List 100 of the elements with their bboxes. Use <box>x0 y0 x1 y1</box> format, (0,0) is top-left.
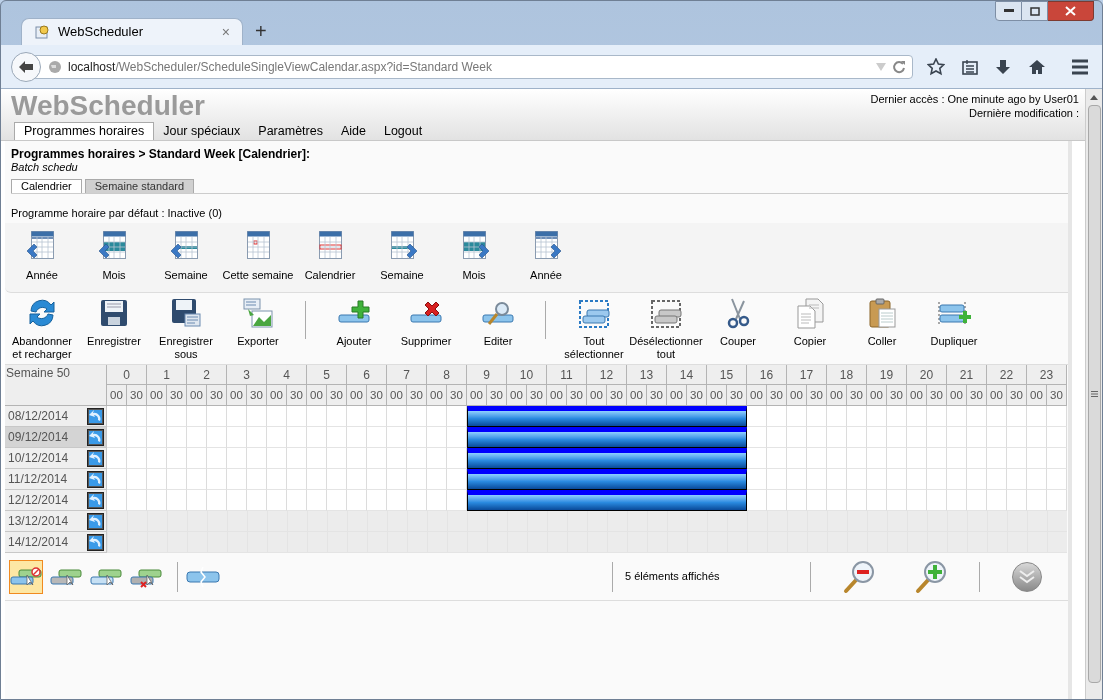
maximize-icon <box>1029 6 1040 16</box>
minute-cell: 00 <box>307 385 327 406</box>
time-slot[interactable] <box>727 469 747 490</box>
undo-arrow-icon[interactable] <box>87 512 104 530</box>
browser-tab[interactable]: WebScheduler × <box>21 18 243 45</box>
nav-tab[interactable]: Paramètres <box>249 122 332 140</box>
scroll-thumb[interactable] <box>1087 105 1101 683</box>
hour-cell: 14 <box>667 365 707 385</box>
back-button[interactable] <box>11 51 41 82</box>
refresh-icon <box>26 297 58 329</box>
view-tab[interactable]: Semaine standard <box>84 179 195 193</box>
menu-icon[interactable] <box>1071 58 1089 75</box>
undo-arrow-icon[interactable] <box>87 407 104 425</box>
toolbar-button[interactable]: Coller <box>846 297 918 348</box>
hour-cell: 7 <box>387 365 427 385</box>
undo-arrow-icon[interactable] <box>87 533 104 551</box>
toolbar-button[interactable]: Abandonner et recharger <box>6 297 78 361</box>
home-icon[interactable] <box>1028 58 1046 75</box>
maximize-button[interactable] <box>1022 1 1048 21</box>
zoom-out-button[interactable] <box>841 558 877 595</box>
toolbar-button[interactable]: Enregistrer sous <box>150 297 222 361</box>
time-slot[interactable] <box>467 448 487 469</box>
mode-button[interactable] <box>9 559 43 594</box>
date-cell[interactable]: 08/12/2014 <box>5 406 107 427</box>
minute-cell: 00 <box>227 385 247 406</box>
zoom-in-button[interactable] <box>913 558 949 595</box>
undo-arrow-icon[interactable] <box>87 491 104 509</box>
url-field[interactable]: localhost/WebScheduler/ScheduleSingleViewCalendar.aspx?id=Standard Week <box>35 54 913 79</box>
download-icon[interactable] <box>995 58 1011 75</box>
toolbar-button[interactable]: Exporter <box>222 297 294 348</box>
new-tab-button[interactable]: + <box>255 21 267 41</box>
hour-cell: 11 <box>547 365 587 385</box>
time-slot[interactable] <box>467 469 487 490</box>
date-cell[interactable]: 12/12/2014 <box>5 490 107 511</box>
hour-cell: 3 <box>227 365 267 385</box>
undo-arrow-icon[interactable] <box>87 449 104 467</box>
time-slot[interactable] <box>727 406 747 427</box>
bookmark-star-icon[interactable] <box>927 57 945 76</box>
toolbar-button[interactable]: Dupliquer <box>918 297 990 348</box>
close-button[interactable] <box>1048 1 1094 21</box>
dashed-selection-icon <box>578 297 610 329</box>
time-slot[interactable] <box>467 427 487 448</box>
toolbar-button[interactable]: Semaine <box>150 229 222 284</box>
scrollbar[interactable] <box>1085 89 1102 699</box>
dashed-selection-icon <box>650 297 682 329</box>
date-cell[interactable]: 10/12/2014 <box>5 448 107 469</box>
toolbar-button[interactable]: Mois <box>438 229 510 284</box>
minute-cell: 00 <box>707 385 727 406</box>
undo-arrow-icon[interactable] <box>87 428 104 446</box>
toolbar-button[interactable]: Désélectionner tout <box>630 297 702 361</box>
toolbar-button[interactable]: Année <box>510 229 582 284</box>
time-slot[interactable] <box>727 427 747 448</box>
minimize-icon <box>1003 9 1014 13</box>
nav-tab[interactable]: Programmes horaires <box>14 122 155 140</box>
view-tab[interactable]: Calendrier <box>11 179 82 193</box>
minute-cell: 00 <box>827 385 847 406</box>
hour-cell: 4 <box>267 365 307 385</box>
time-slot[interactable] <box>727 448 747 469</box>
undo-arrow-icon[interactable] <box>87 470 104 488</box>
toolbar-button[interactable]: Editer <box>462 297 534 348</box>
toolbar-button[interactable]: Enregistrer <box>78 297 150 348</box>
clipboard-icon <box>866 297 898 329</box>
toolbar-button[interactable]: Tout sélectionner <box>558 297 630 361</box>
time-slot[interactable] <box>467 406 487 427</box>
toolbar-button[interactable]: Mois <box>78 229 150 284</box>
hour-cell: 9 <box>467 365 507 385</box>
app-logo: WebScheduler <box>11 91 205 121</box>
toolbar-button[interactable]: Ajouter <box>318 297 390 348</box>
toolbar-button[interactable]: Semaine <box>366 229 438 284</box>
time-slot[interactable] <box>467 490 487 511</box>
tab-close-button[interactable]: × <box>221 25 230 39</box>
nav-tab[interactable]: Aide <box>331 122 375 140</box>
minute-cell: 30 <box>127 385 147 406</box>
toolbar-button[interactable]: Copier <box>774 297 846 348</box>
date-cell[interactable]: 14/12/2014 <box>5 532 107 553</box>
toolbar-button[interactable]: Calendrier <box>294 229 366 284</box>
collapse-button[interactable] <box>1012 561 1042 592</box>
minute-cell: 30 <box>1047 385 1067 406</box>
minimize-button[interactable] <box>995 1 1022 21</box>
toolbar-button[interactable]: Supprimer <box>390 297 462 348</box>
time-slot[interactable] <box>727 490 747 511</box>
date-cell[interactable]: 13/12/2014 <box>5 511 107 532</box>
nav-tab[interactable]: Jour spéciaux <box>154 122 250 140</box>
hour-cell: 18 <box>827 365 867 385</box>
date-cell[interactable]: 11/12/2014 <box>5 469 107 490</box>
minute-cell: 30 <box>927 385 947 406</box>
default-schedule-text: Programme horaire par défaut : Inactive (0) <box>11 206 223 220</box>
toolbar-button[interactable]: Couper <box>702 297 774 348</box>
reading-list-icon[interactable] <box>962 58 978 75</box>
minute-cell: 00 <box>787 385 807 406</box>
last-modified-text: Dernière modification : <box>968 106 1079 120</box>
export-image-icon <box>242 297 274 329</box>
toolbar-button[interactable]: Année <box>6 229 78 284</box>
hour-cell: 10 <box>507 365 547 385</box>
nav-tab[interactable]: Logout <box>374 122 432 140</box>
minute-cell: 00 <box>587 385 607 406</box>
minute-cell: 00 <box>747 385 767 406</box>
toolbar-button[interactable]: Cette semaine <box>222 229 294 284</box>
date-label: 09/12/2014 <box>8 429 70 446</box>
date-cell[interactable]: 09/12/2014 <box>5 427 107 448</box>
